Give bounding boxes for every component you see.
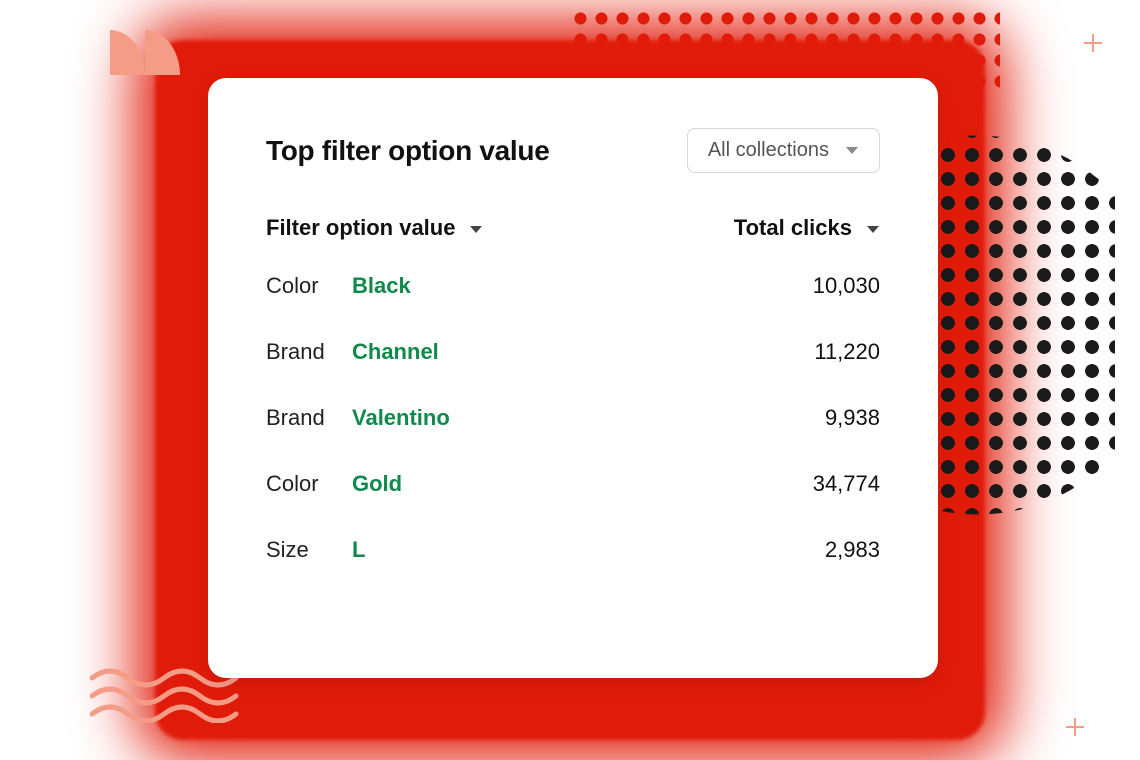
table-row: Brand Channel 11,220 [266, 339, 880, 365]
row-value: Gold [352, 471, 813, 497]
table-header-row: Filter option value Total clicks [266, 215, 880, 241]
row-category: Size [266, 537, 352, 563]
collections-dropdown-label: All collections [708, 139, 829, 162]
column-filter-option-value[interactable]: Filter option value [266, 215, 483, 241]
plus-decoration-bottom [1064, 716, 1086, 738]
sort-icon [866, 215, 880, 241]
row-category: Brand [266, 405, 352, 431]
table-row: Size L 2,983 [266, 537, 880, 563]
row-category: Color [266, 471, 352, 497]
table-body: Color Black 10,030 Brand Channel 11,220 … [266, 273, 880, 563]
sort-icon [469, 215, 483, 241]
card-header: Top filter option value All collections [266, 128, 880, 173]
row-value: L [352, 537, 825, 563]
analytics-card: Top filter option value All collections … [208, 78, 938, 678]
row-category: Brand [266, 339, 352, 365]
quarter-circles-decoration [110, 30, 180, 75]
row-clicks: 10,030 [813, 273, 880, 299]
chevron-down-icon [845, 139, 859, 162]
row-clicks: 11,220 [814, 339, 880, 365]
row-category: Color [266, 273, 352, 299]
column-total-clicks[interactable]: Total clicks [734, 215, 880, 241]
row-clicks: 34,774 [813, 471, 880, 497]
row-value: Black [352, 273, 813, 299]
row-clicks: 2,983 [825, 537, 880, 563]
table-row: Color Black 10,030 [266, 273, 880, 299]
row-value: Channel [352, 339, 814, 365]
table-row: Brand Valentino 9,938 [266, 405, 880, 431]
collections-dropdown[interactable]: All collections [687, 128, 880, 173]
row-clicks: 9,938 [825, 405, 880, 431]
table-row: Color Gold 34,774 [266, 471, 880, 497]
row-value: Valentino [352, 405, 825, 431]
column-label-option: Filter option value [266, 215, 455, 241]
plus-decoration-top [1082, 32, 1104, 54]
card-title: Top filter option value [266, 135, 549, 167]
column-label-clicks: Total clicks [734, 215, 852, 241]
